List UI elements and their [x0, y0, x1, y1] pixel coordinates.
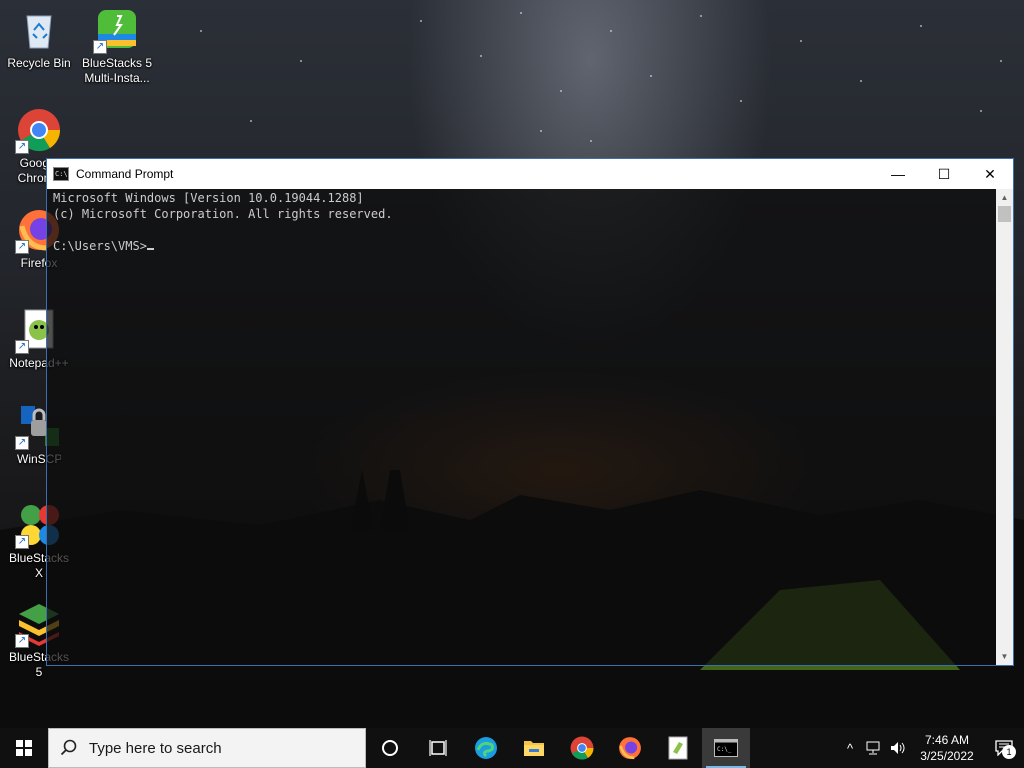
volume-icon[interactable] — [886, 741, 910, 755]
console-prompt: C:\Users\VMS> — [53, 239, 147, 253]
shortcut-arrow-icon: ↗ — [15, 340, 29, 354]
search-placeholder: Type here to search — [89, 739, 222, 757]
window-title: Command Prompt — [76, 167, 174, 181]
shortcut-arrow-icon: ↗ — [15, 535, 29, 549]
notification-count-badge: 1 — [1002, 745, 1016, 759]
taskbar-command-prompt[interactable]: C:\_ — [702, 728, 750, 768]
shortcut-arrow-icon: ↗ — [15, 436, 29, 450]
taskbar: Type here to search C:\_ ^ 7:46 AM 3/25/… — [0, 728, 1024, 768]
taskbar-search-box[interactable]: Type here to search — [48, 728, 366, 768]
system-tray: ^ 7:46 AM 3/25/2022 1 — [838, 728, 1024, 768]
desktop-icon-label: Recycle Bin — [7, 56, 71, 70]
bluestacks-multi-instance-icon: ↗ — [93, 8, 139, 54]
file-explorer-icon — [524, 741, 544, 756]
edge-icon — [475, 737, 497, 759]
command-prompt-window[interactable]: C:\ Command Prompt — ☐ ✕ Microsoft Windo… — [46, 158, 1014, 666]
desktop-icon-label: BlueStacks 5 Multi-Insta... — [81, 56, 153, 85]
close-button[interactable]: ✕ — [967, 159, 1013, 189]
text-cursor — [146, 248, 154, 250]
scrollbar-thumb[interactable] — [998, 206, 1011, 222]
task-view-button[interactable] — [414, 728, 462, 768]
clock-date: 3/25/2022 — [920, 749, 974, 763]
search-icon — [49, 739, 89, 757]
desktop-icon-recycle-bin[interactable]: Recycle Bin — [1, 8, 77, 71]
console-line-version: Microsoft Windows [Version 10.0.19044.12… — [53, 191, 364, 205]
recycle-bin-icon — [17, 8, 61, 52]
cortana-button[interactable] — [366, 728, 414, 768]
shortcut-arrow-icon: ↗ — [15, 140, 29, 154]
console-prompt-line[interactable]: C:\Users\VMS> — [53, 238, 990, 254]
vertical-scrollbar[interactable]: ▲ ▼ — [996, 189, 1013, 665]
notepadpp-icon — [668, 736, 688, 760]
task-view-icon — [429, 740, 447, 756]
taskbar-chrome[interactable] — [558, 728, 606, 768]
command-prompt-icon: C:\ — [53, 167, 69, 181]
clock-time: 7:46 AM — [924, 733, 970, 747]
maximize-button[interactable]: ☐ — [921, 159, 967, 189]
taskbar-firefox[interactable] — [606, 728, 654, 768]
network-icon[interactable] — [862, 741, 886, 755]
chrome-icon — [570, 736, 594, 760]
cortana-icon — [382, 740, 398, 756]
svg-text:C:\_: C:\_ — [717, 746, 732, 753]
system-clock[interactable]: 7:46 AM 3/25/2022 — [910, 732, 984, 764]
chrome-icon: ↗ — [15, 108, 61, 154]
scroll-down-arrow-icon[interactable]: ▼ — [996, 648, 1013, 665]
taskbar-file-explorer[interactable] — [510, 728, 558, 768]
windows-logo-icon — [16, 740, 32, 756]
chevron-up-icon[interactable]: ^ — [838, 741, 862, 756]
desktop-icon-bluestacks-multi-instance[interactable]: ↗ BlueStacks 5 Multi-Insta... — [79, 8, 155, 86]
start-button[interactable] — [0, 728, 48, 768]
cmd-title-bar[interactable]: C:\ Command Prompt — ☐ ✕ — [47, 159, 1013, 189]
taskbar-notepadpp[interactable] — [654, 728, 702, 768]
scroll-up-arrow-icon[interactable]: ▲ — [996, 189, 1013, 206]
taskbar-edge[interactable] — [462, 728, 510, 768]
shortcut-arrow-icon: ↗ — [93, 40, 107, 54]
firefox-icon — [619, 737, 641, 760]
shortcut-arrow-icon: ↗ — [15, 240, 29, 254]
action-center-button[interactable]: 1 — [984, 740, 1024, 759]
console-line-copyright: (c) Microsoft Corporation. All rights re… — [53, 207, 393, 221]
console-output[interactable]: Microsoft Windows [Version 10.0.19044.12… — [47, 189, 996, 665]
shortcut-arrow-icon: ↗ — [15, 634, 29, 648]
minimize-button[interactable]: — — [875, 159, 921, 189]
command-prompt-icon: C:\_ — [714, 739, 738, 757]
